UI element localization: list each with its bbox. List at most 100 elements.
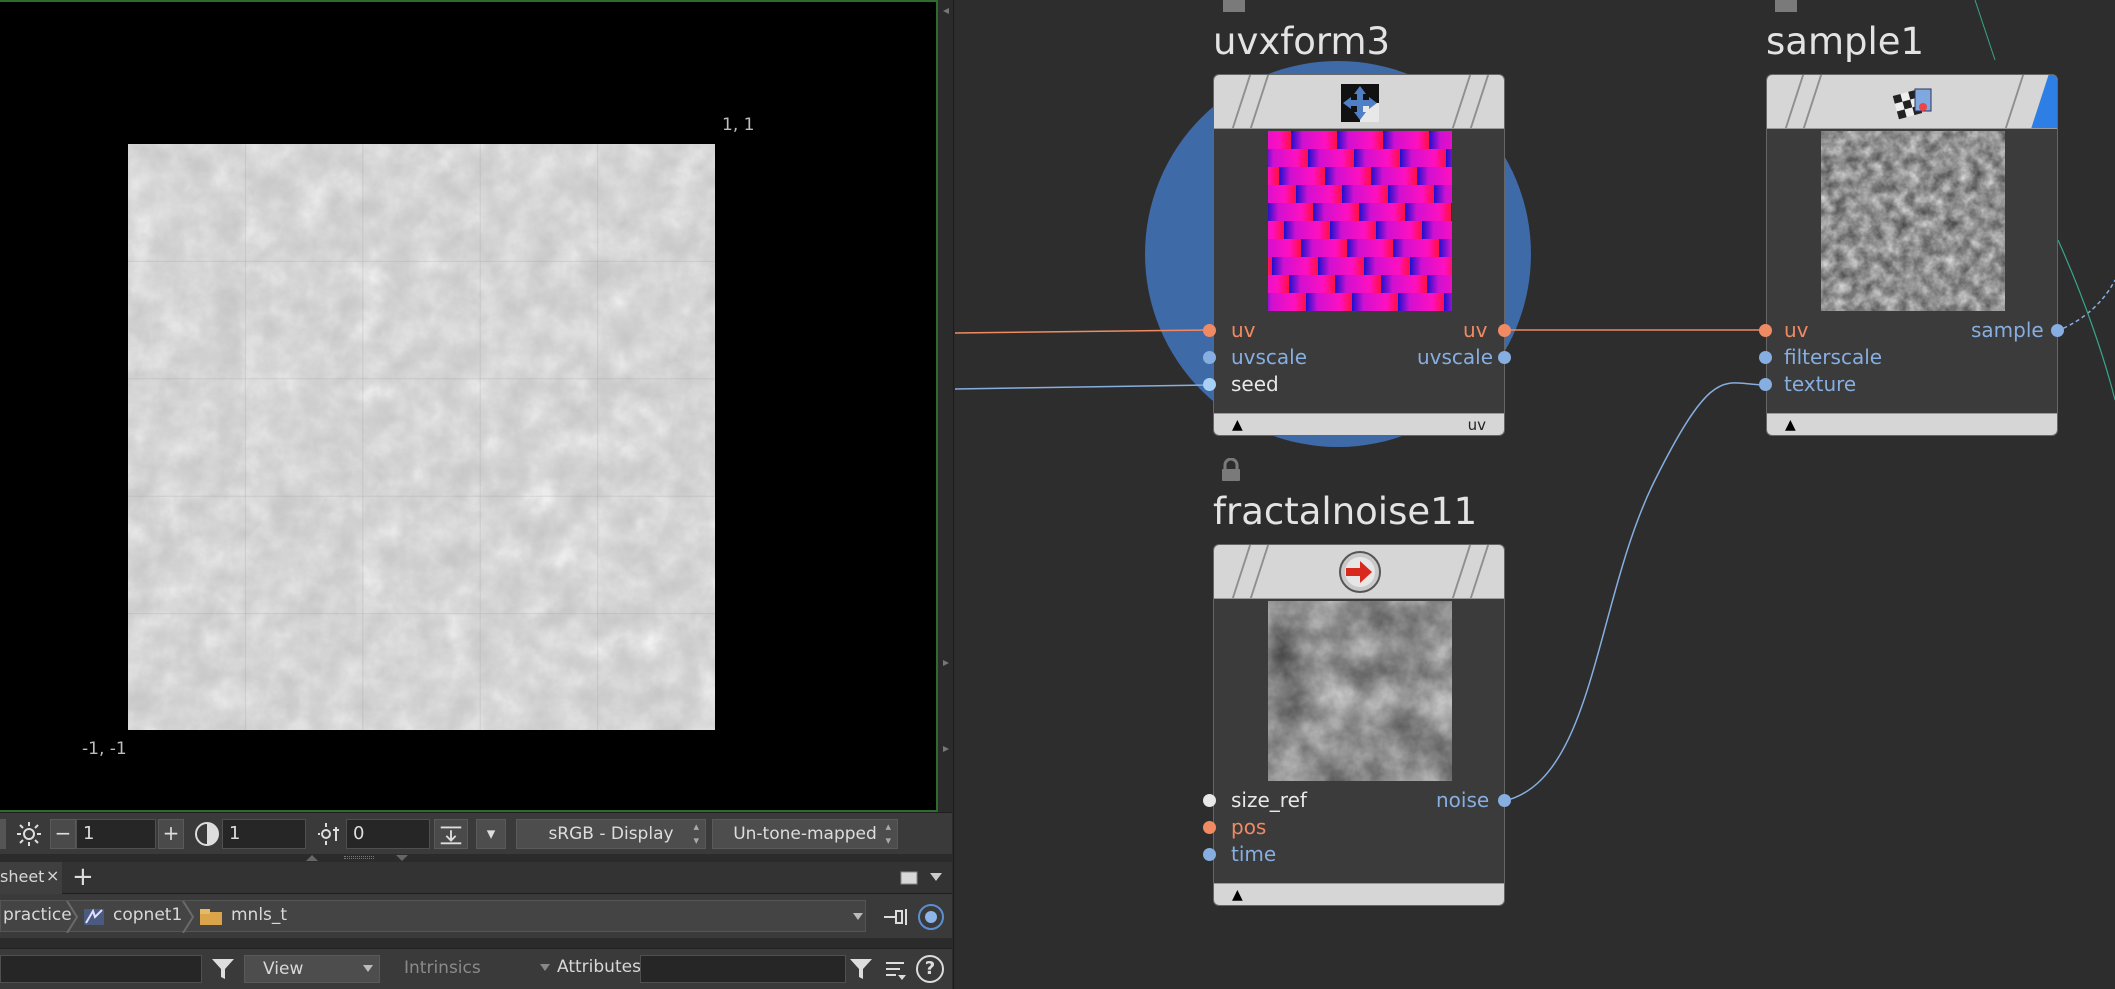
node-header[interactable] [1214, 545, 1504, 599]
port-uvscale-out[interactable]: uvscale [1417, 345, 1493, 369]
port-dot-uvscale-out[interactable] [1498, 351, 1511, 364]
port-size-ref-in[interactable]: size_ref [1231, 788, 1307, 812]
expand-triangle-icon[interactable]: ▲ [1785, 418, 1796, 432]
tab-label: sheet [0, 867, 45, 886]
port-noise-out[interactable]: noise [1436, 788, 1489, 812]
exposure-icon[interactable] [14, 819, 44, 849]
collapse-arrow-icon[interactable] [943, 660, 949, 666]
port-sample-out[interactable]: sample [1971, 318, 2044, 342]
intrinsics-dropdown[interactable]: Intrinsics [388, 955, 554, 983]
tab-close-icon[interactable]: × [46, 866, 59, 885]
port-dot-texture-in[interactable] [1759, 378, 1772, 391]
add-tab-icon[interactable]: + [72, 862, 94, 892]
path-history-dropdown-icon[interactable] [853, 913, 863, 921]
expand-triangle-icon[interactable]: ▲ [1232, 888, 1243, 902]
port-filterscale-in[interactable]: filterscale [1784, 345, 1882, 369]
intrinsics-label: Intrinsics [404, 958, 481, 978]
column-options-icon[interactable] [884, 958, 908, 982]
port-pos-in[interactable]: pos [1231, 815, 1266, 839]
help-icon[interactable]: ? [916, 955, 944, 983]
attributes-input[interactable] [640, 955, 846, 983]
port-dot-uv-out[interactable] [1498, 324, 1511, 337]
port-dot-size-ref-in[interactable] [1203, 794, 1216, 807]
exposure-field[interactable]: 1 [76, 819, 156, 849]
display-options-dropdown[interactable]: ▾ [476, 819, 506, 849]
wire-offscreen-green[interactable] [2057, 239, 2115, 401]
path-breadcrumb[interactable]: practice copnet1 mnls_t [0, 900, 866, 933]
wire-offscreen-green-top[interactable] [1974, 0, 1996, 61]
node-header[interactable] [1767, 75, 2057, 129]
tonemap-select[interactable]: Un-tone-mapped ▴ ▾ [712, 819, 898, 849]
wire-seed-input[interactable] [955, 384, 1210, 390]
collapse-arrow-icon[interactable] [943, 746, 949, 752]
port-dot-time-in[interactable] [1203, 848, 1216, 861]
breadcrumb-item-copnet1[interactable]: copnet1 [113, 905, 182, 925]
port-texture-in[interactable]: texture [1784, 372, 1856, 396]
wire-noise-to-texture[interactable] [1503, 382, 1766, 802]
offset-field[interactable]: 0 [346, 819, 430, 849]
filter-funnel-icon[interactable] [210, 956, 236, 982]
port-dot-pos-in[interactable] [1203, 821, 1216, 834]
port-dot-uv-in[interactable] [1759, 324, 1772, 337]
port-uv-in[interactable]: uv [1784, 318, 1809, 342]
port-dot-uv-in[interactable] [1203, 324, 1216, 337]
image-viewer[interactable]: 1, 1 -1, -1 [0, 0, 938, 812]
port-dot-sample-out[interactable] [2051, 324, 2064, 337]
port-dot-uvscale-in[interactable] [1203, 351, 1216, 364]
port-uv-out[interactable]: uv [1463, 318, 1488, 342]
gamma-icon[interactable] [192, 819, 222, 849]
exposure-increment-button[interactable]: + [158, 819, 184, 849]
node-footer[interactable]: ▲ [1767, 413, 2057, 435]
port-uvscale-in[interactable]: uvscale [1231, 345, 1307, 369]
colorspace-select[interactable]: sRGB - Display ▴ ▾ [516, 819, 706, 849]
offset-icon[interactable] [314, 819, 344, 849]
breadcrumb-item-practice[interactable]: practice [3, 905, 72, 925]
exposure-decrement-button[interactable]: − [50, 819, 76, 849]
view-dropdown-label: View [263, 959, 304, 979]
node-title-fractalnoise11[interactable]: fractalnoise11 [1213, 490, 1477, 533]
node-header[interactable] [1214, 75, 1504, 129]
collapse-arrow-icon[interactable] [943, 8, 949, 14]
wire-sample-output[interactable] [2056, 279, 2115, 332]
node-title-sample1[interactable]: sample1 [1766, 20, 1924, 63]
port-dot-noise-out[interactable] [1498, 794, 1511, 807]
gamma-field[interactable]: 1 [222, 819, 306, 849]
pin-icon[interactable] [882, 906, 910, 928]
display-options-icon[interactable] [434, 819, 468, 849]
port-uv-in[interactable]: uv [1231, 318, 1256, 342]
filter-bar: View Intrinsics Attributes: ? [0, 948, 952, 989]
view-dropdown[interactable]: View [244, 955, 380, 983]
pane-divider[interactable] [0, 854, 952, 862]
tab-sheet[interactable]: sheet × [0, 862, 62, 894]
toolbar-handle [0, 819, 6, 849]
copnet-icon [84, 908, 104, 925]
node-title-uvxform3[interactable]: uvxform3 [1213, 20, 1390, 63]
node-preview-uvxform3 [1268, 131, 1452, 311]
network-editor[interactable]: uvxform3 ▲ uv uv uvscale seed uv uvscale… [955, 0, 2115, 989]
folder-box-icon [200, 909, 222, 925]
attribute-filter-icon[interactable] [848, 956, 874, 982]
port-seed-in[interactable]: seed [1231, 372, 1279, 396]
pane-layout-icon[interactable] [900, 871, 918, 885]
breadcrumb-item-mnls-t[interactable]: mnls_t [231, 905, 287, 925]
red-arrow-sphere-icon [1339, 551, 1381, 593]
collapse-up-icon[interactable] [306, 855, 318, 861]
node-preview-sample1 [1821, 131, 2005, 311]
port-time-in[interactable]: time [1231, 842, 1276, 866]
node-footer[interactable]: ▲ uv [1214, 413, 1504, 435]
collapse-down-icon[interactable] [396, 855, 408, 861]
port-dot-seed-in[interactable] [1203, 378, 1216, 391]
node-footer[interactable]: ▲ [1214, 883, 1504, 905]
port-dot-filterscale-in[interactable] [1759, 351, 1772, 364]
breadcrumb-separator-icon [66, 901, 79, 933]
display-flag[interactable] [2031, 75, 2057, 128]
splitter-grip[interactable] [344, 856, 374, 859]
link-target-icon[interactable] [917, 903, 945, 931]
chevron-down-icon [540, 964, 550, 971]
node-stub [1775, 0, 1797, 12]
expand-triangle-icon[interactable]: ▲ [1232, 418, 1243, 432]
lock-icon[interactable] [1221, 458, 1241, 482]
pane-menu-dropdown-icon[interactable] [930, 873, 942, 883]
spinner-arrows-icon: ▴ ▾ [693, 820, 699, 847]
search-input[interactable] [0, 955, 202, 983]
